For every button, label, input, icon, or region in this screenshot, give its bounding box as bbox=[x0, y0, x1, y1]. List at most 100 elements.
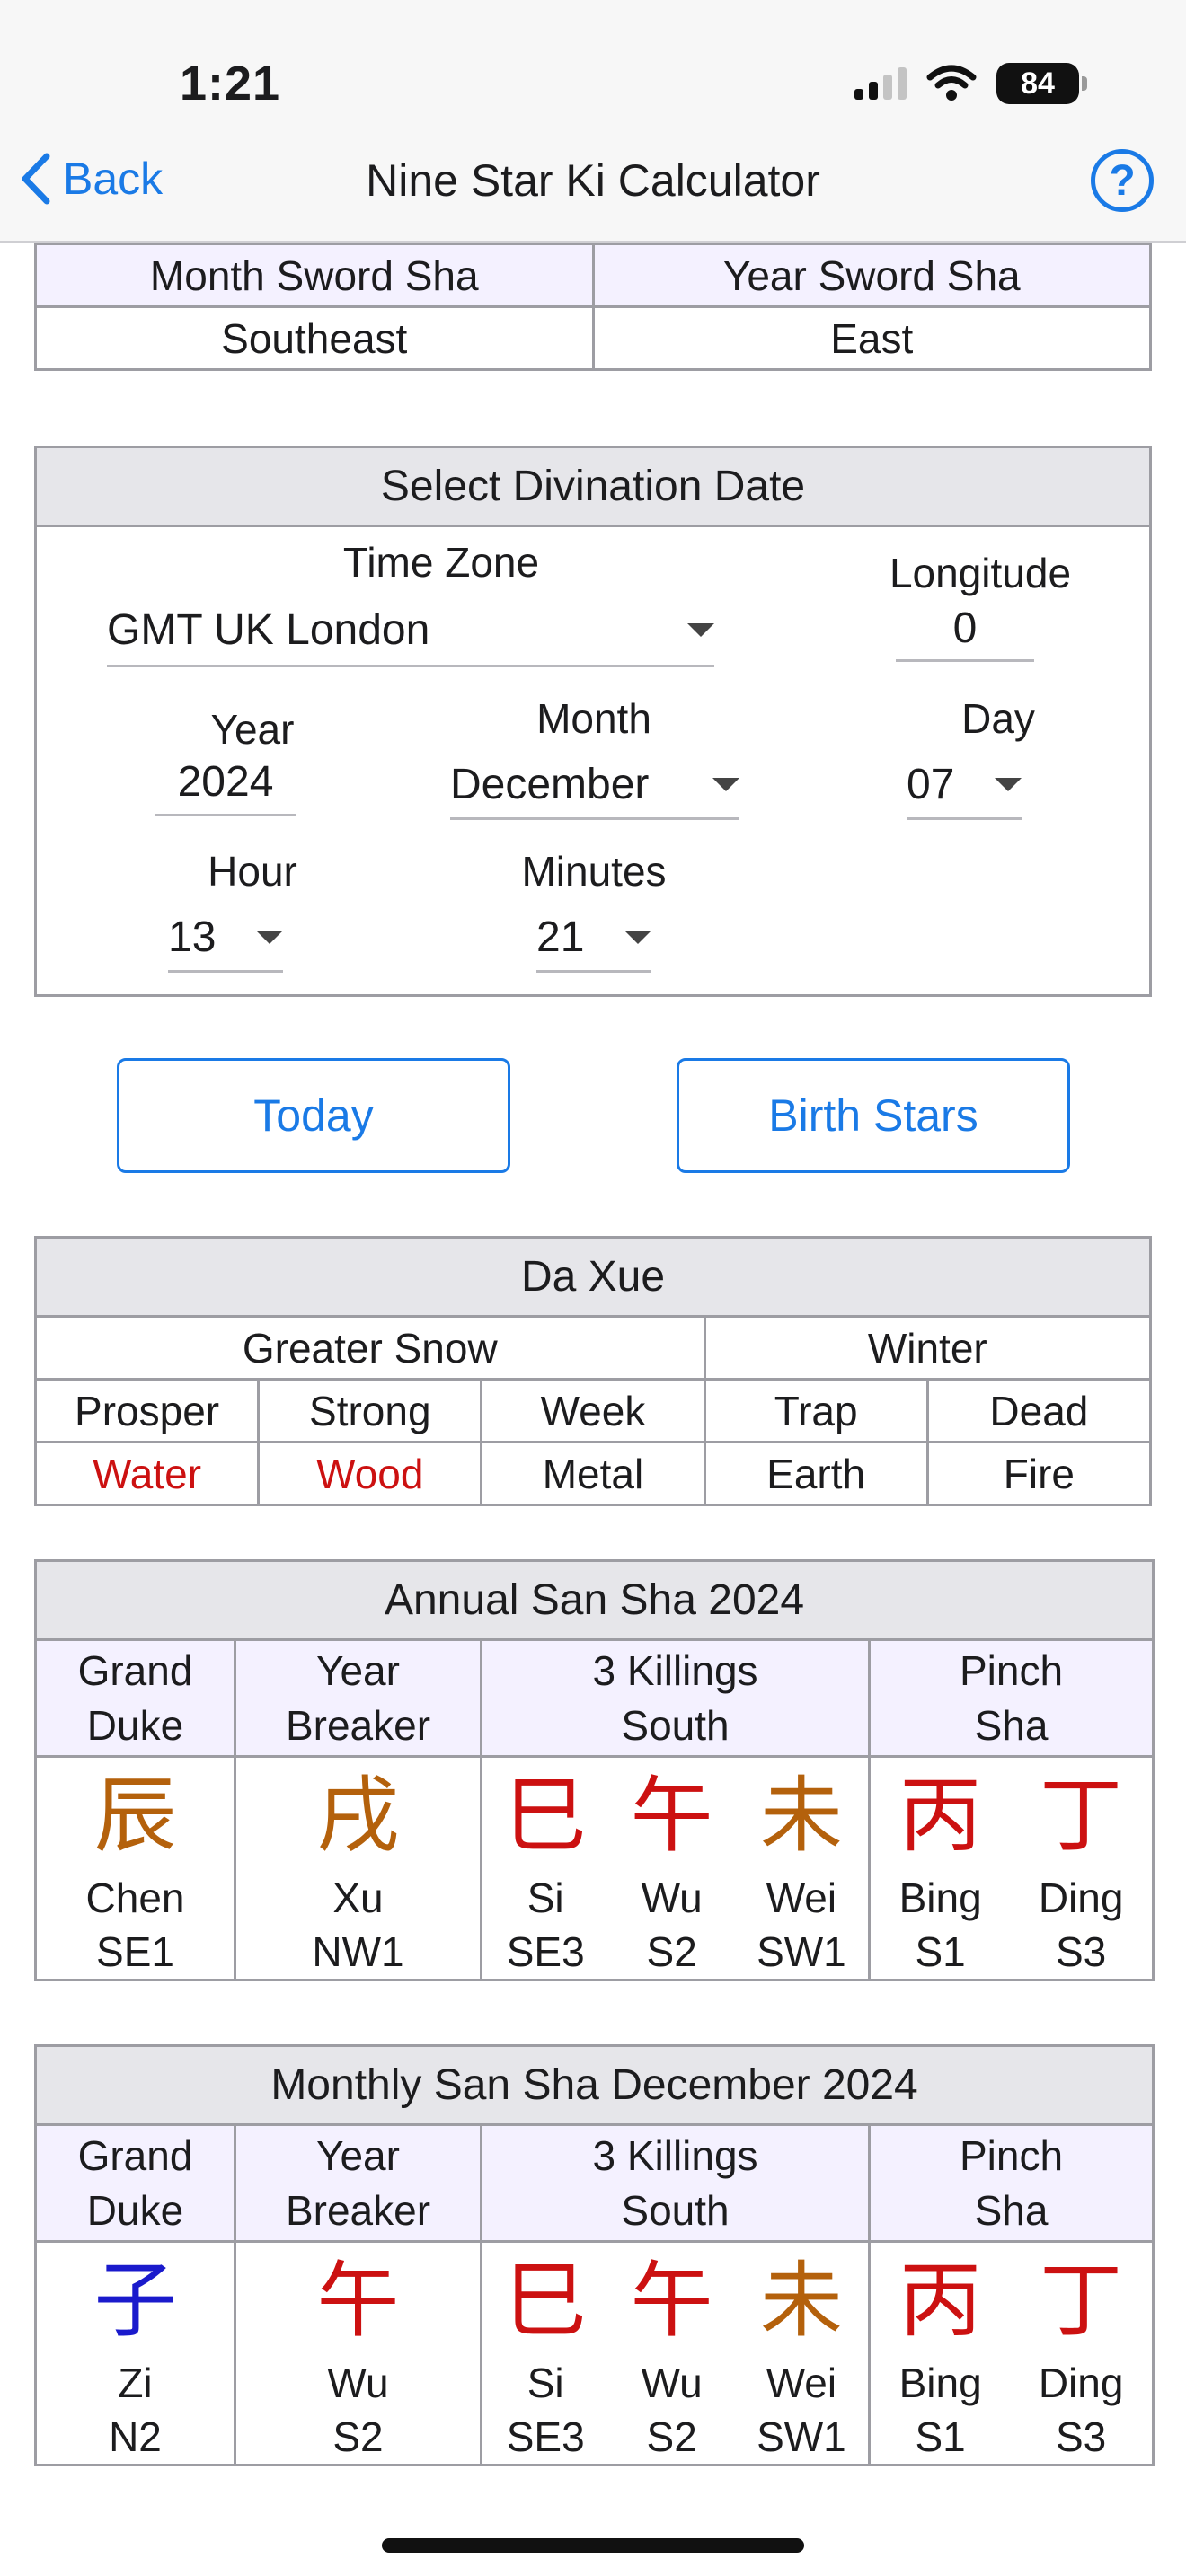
battery-level: 84 bbox=[996, 63, 1079, 104]
battery-icon: 84 bbox=[996, 63, 1087, 104]
year-breaker-cell: 戌 Xu NW1 bbox=[234, 1755, 482, 1981]
wifi-icon bbox=[926, 65, 977, 101]
timezone-select[interactable]: GMT UK London bbox=[107, 595, 714, 667]
three-killings-cell: 巳 Si SE3 午 Wu S2 未 Wei SW1 bbox=[480, 2240, 871, 2466]
year-breaker-glyph: 戌 bbox=[316, 1768, 400, 1864]
minutes-label: Minutes bbox=[521, 848, 667, 895]
element-water: Water bbox=[33, 1441, 261, 1506]
year-breaker-direction: S2 bbox=[332, 2413, 384, 2460]
grand-duke-glyph: 辰 bbox=[93, 1768, 177, 1864]
pinch-name: Ding bbox=[1038, 1875, 1124, 1921]
day-select[interactable]: 07 bbox=[907, 752, 1022, 820]
killing-name: Wei bbox=[766, 2360, 837, 2406]
sword-sha-table: Month Sword Sha Year Sword Sha Southeast… bbox=[34, 243, 1152, 371]
pinch-direction: S1 bbox=[915, 2413, 966, 2460]
pinch-glyph: 丙 bbox=[898, 2253, 982, 2349]
pinch-name: Ding bbox=[1038, 2360, 1124, 2406]
month-value: December bbox=[450, 761, 650, 808]
killing-name: Si bbox=[527, 1875, 564, 1921]
pinch-sha-cell: 丙 Bing S1 丁 Ding S3 bbox=[868, 1755, 1155, 1981]
month-sword-sha-value: Southeast bbox=[34, 305, 595, 371]
state-prosper: Prosper bbox=[33, 1378, 261, 1443]
three-killings-header: 3 Killings South bbox=[480, 2123, 871, 2243]
grand-duke-cell: 辰 Chen SE1 bbox=[34, 1755, 236, 1981]
da-xue-title: Da Xue bbox=[34, 1236, 1152, 1318]
three-killings-header: 3 Killings South bbox=[480, 1638, 871, 1758]
state-strong: Strong bbox=[257, 1378, 483, 1443]
home-indicator bbox=[382, 2538, 804, 2553]
pinch-name: Bing bbox=[898, 1875, 982, 1921]
grand-duke-name: Chen bbox=[85, 1875, 185, 1921]
longitude-field[interactable]: 0 bbox=[896, 597, 1034, 662]
day-label: Day bbox=[961, 695, 1035, 742]
timezone-value: GMT UK London bbox=[107, 606, 430, 654]
today-button[interactable]: Today bbox=[117, 1058, 510, 1173]
pinch-sha-header: Pinch Sha bbox=[868, 1638, 1155, 1758]
grand-duke-name: Zi bbox=[118, 2360, 153, 2406]
da-xue-table: Da Xue Greater Snow Winter Prosper Stron… bbox=[33, 1236, 1153, 1506]
divination-date-panel: Select Divination Date Time Zone GMT UK … bbox=[34, 446, 1152, 997]
killing-glyph: 巳 bbox=[504, 2253, 588, 2349]
killing-direction: SW1 bbox=[757, 2413, 846, 2460]
timezone-label: Time Zone bbox=[342, 539, 540, 586]
help-button[interactable]: ? bbox=[1091, 149, 1154, 212]
chevron-down-icon bbox=[995, 778, 1022, 791]
killing-name: Wei bbox=[766, 1875, 837, 1921]
killing-direction: SE3 bbox=[506, 1928, 585, 1975]
pinch-glyph: 丁 bbox=[1040, 2253, 1123, 2349]
chevron-down-icon bbox=[687, 623, 714, 637]
pinch-glyph: 丙 bbox=[898, 1768, 982, 1864]
annual-san-sha-table: Annual San Sha 2024 Grand Duke Year Breake… bbox=[34, 1559, 1155, 1981]
killing-name: Si bbox=[527, 2360, 564, 2406]
longitude-label: Longitude bbox=[889, 550, 1072, 596]
monthly-san-sha-table: Monthly San Sha December 2024 Grand Duke … bbox=[33, 2044, 1155, 2466]
chevron-down-icon bbox=[712, 778, 739, 791]
minutes-select[interactable]: 21 bbox=[536, 904, 651, 973]
state-week: Week bbox=[480, 1378, 706, 1443]
pinch-direction: S3 bbox=[1055, 1928, 1107, 1975]
killing-direction: S2 bbox=[646, 1928, 697, 1975]
da-xue-season-left: Greater Snow bbox=[34, 1315, 706, 1381]
annual-san-sha-title: Annual San Sha 2024 bbox=[34, 1559, 1155, 1641]
hour-label: Hour bbox=[208, 848, 297, 895]
longitude-value: 0 bbox=[952, 604, 978, 652]
element-wood: Wood bbox=[257, 1441, 483, 1506]
pinch-sha-header: Pinch Sha bbox=[867, 2123, 1155, 2243]
year-breaker-cell: 午 Wu S2 bbox=[234, 2240, 482, 2466]
month-label: Month bbox=[536, 695, 651, 742]
killing-direction: S2 bbox=[646, 2413, 697, 2460]
birth-stars-button[interactable]: Birth Stars bbox=[677, 1058, 1070, 1173]
help-icon: ? bbox=[1109, 156, 1136, 205]
status-icons: 84 bbox=[854, 63, 1087, 104]
chevron-down-icon bbox=[256, 931, 283, 944]
day-value: 07 bbox=[907, 761, 955, 808]
element-metal: Metal bbox=[480, 1441, 706, 1506]
month-select[interactable]: December bbox=[450, 752, 739, 820]
chevron-down-icon bbox=[624, 931, 651, 944]
year-field[interactable]: 2024 bbox=[155, 750, 296, 816]
pinch-direction: S1 bbox=[915, 1928, 966, 1975]
da-xue-season-right: Winter bbox=[703, 1315, 1153, 1381]
year-breaker-name: Xu bbox=[332, 1875, 384, 1921]
year-breaker-glyph: 午 bbox=[316, 2253, 400, 2349]
year-sword-sha-header: Year Sword Sha bbox=[591, 243, 1152, 308]
killing-direction: SE3 bbox=[506, 2413, 585, 2460]
year-value: 2024 bbox=[177, 758, 274, 806]
month-sword-sha-header: Month Sword Sha bbox=[34, 243, 595, 308]
year-breaker-header: Year Breaker bbox=[234, 2123, 482, 2243]
status-time: 1:21 bbox=[180, 57, 281, 110]
year-breaker-direction: NW1 bbox=[312, 1928, 404, 1975]
cellular-signal-icon bbox=[854, 67, 907, 100]
killing-name: Wu bbox=[641, 2360, 703, 2406]
page-title: Nine Star Ki Calculator bbox=[366, 155, 820, 206]
killing-direction: SW1 bbox=[757, 1928, 846, 1975]
killing-name: Wu bbox=[641, 1875, 703, 1921]
pinch-glyph: 丁 bbox=[1040, 1768, 1123, 1864]
monthly-san-sha-title: Monthly San Sha December 2024 bbox=[33, 2044, 1155, 2126]
killing-glyph: 巳 bbox=[504, 1768, 588, 1864]
divination-date-title: Select Divination Date bbox=[37, 448, 1149, 527]
top-bar: 1:21 84 Back Nine Star Ki Calculator ? bbox=[0, 0, 1186, 243]
grand-duke-direction: SE1 bbox=[96, 1928, 174, 1975]
hour-select[interactable]: 13 bbox=[168, 904, 283, 973]
pinch-sha-cell: 丙 Bing S1 丁 Ding S3 bbox=[867, 2240, 1155, 2466]
